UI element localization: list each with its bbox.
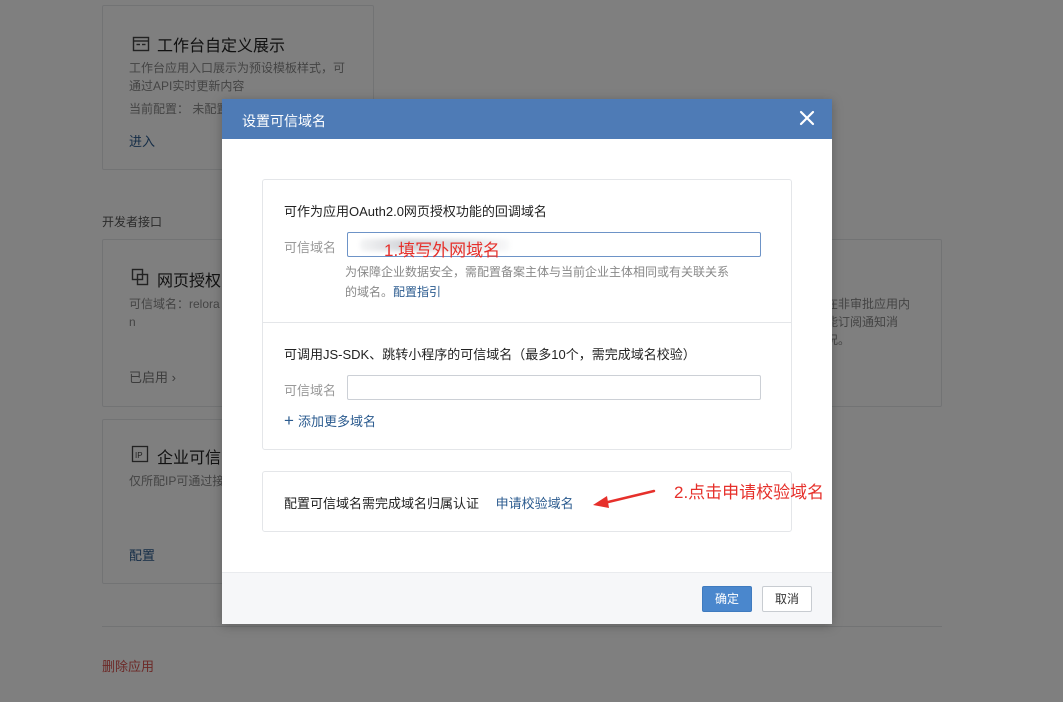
- oauth-hint-line-2: 的域名。: [345, 285, 394, 299]
- oauth-domain-hint: 为保障企业数据安全，需配置备案主体与当前企业主体相同或有关联关系 的域名。配置指…: [345, 262, 775, 302]
- domain-verify-label: 配置可信域名需完成域名归属认证: [284, 496, 480, 511]
- oauth-hint-line-1: 为保障企业数据安全，需配置备案主体与当前企业主体相同或有关联关系: [345, 265, 730, 279]
- config-guide-link[interactable]: 配置指引: [393, 285, 441, 299]
- oauth-domain-heading: 可作为应用OAuth2.0网页授权功能的回调域名: [284, 204, 547, 219]
- annotation-step-2: 2.点击申请校验域名: [674, 483, 825, 502]
- trusted-domain-dialog: 设置可信域名 可作为应用OAuth2.0网页授权功能的回调域名 可信域名 为保障…: [222, 99, 832, 624]
- jssdk-domain-label: 可信域名: [284, 383, 337, 398]
- dialog-header: 设置可信域名: [222, 99, 832, 139]
- jssdk-domain-heading: 可调用JS-SDK、跳转小程序的可信域名（最多10个，需完成域名校验）: [284, 347, 696, 362]
- dialog-title: 设置可信域名: [242, 113, 326, 129]
- apply-verify-domain-link[interactable]: 申请校验域名: [496, 496, 574, 511]
- annotation-step-1: 1.填写外网域名: [384, 241, 501, 260]
- domain-verify-text: 配置可信域名需完成域名归属认证 申请校验域名: [284, 493, 574, 512]
- confirm-button[interactable]: 确定: [702, 586, 752, 612]
- dialog-footer: 确定 取消: [222, 572, 832, 624]
- add-more-domains-button[interactable]: + 添加更多域名: [284, 411, 376, 430]
- annotation-arrow-icon: [593, 489, 656, 508]
- jssdk-domain-input[interactable]: [347, 375, 761, 400]
- oauth-domain-label: 可信域名: [284, 240, 337, 255]
- dialog-body: 可作为应用OAuth2.0网页授权功能的回调域名 可信域名 为保障企业数据安全，…: [222, 139, 832, 572]
- cancel-button[interactable]: 取消: [762, 586, 812, 612]
- plus-icon: +: [284, 411, 294, 430]
- add-more-domains-label: 添加更多域名: [297, 414, 376, 429]
- panel-divider: [263, 322, 791, 323]
- domain-settings-panel: 可作为应用OAuth2.0网页授权功能的回调域名 可信域名 为保障企业数据安全，…: [262, 179, 792, 450]
- close-icon[interactable]: [798, 109, 816, 127]
